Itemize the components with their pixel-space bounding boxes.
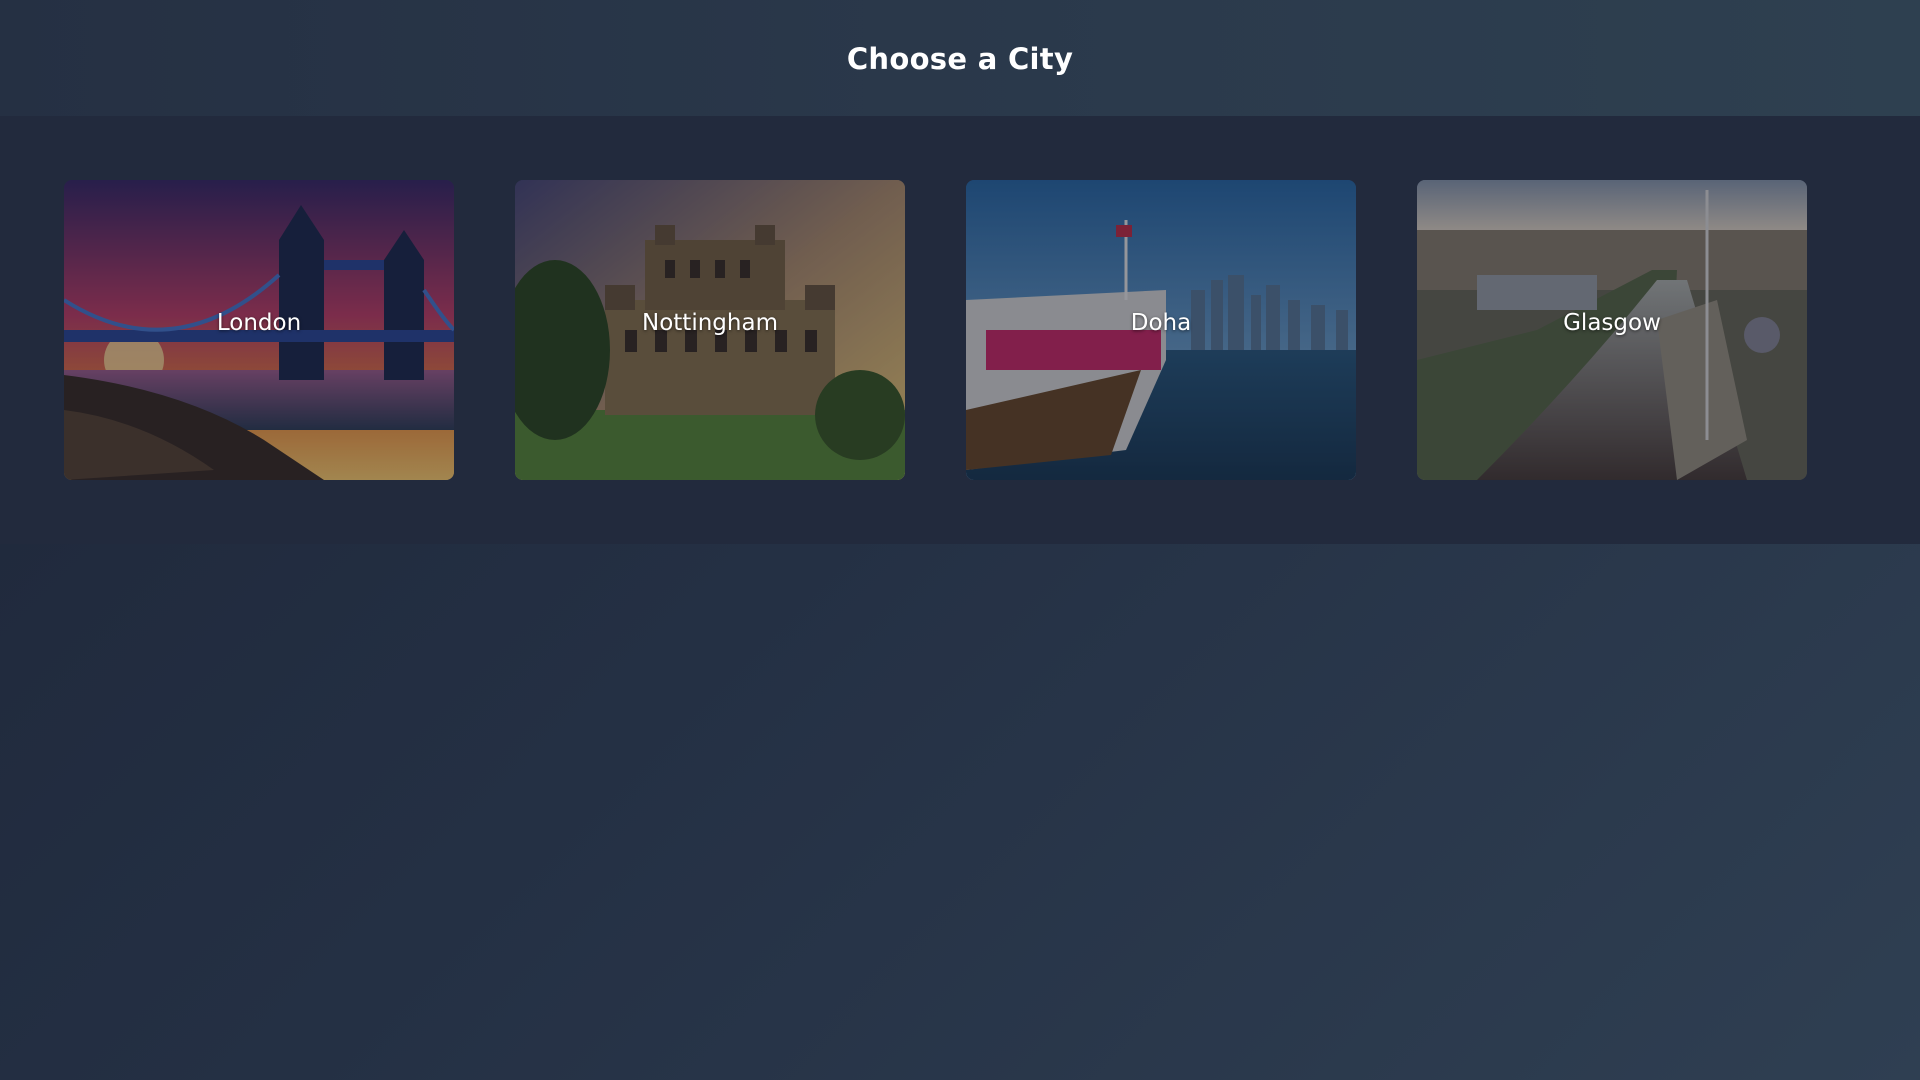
city-card-doha[interactable]: Doha xyxy=(966,180,1356,480)
page-title: Choose a City xyxy=(846,42,1074,76)
page-header: Choose a City xyxy=(0,0,1920,116)
city-label-london: London xyxy=(216,310,302,336)
city-card-nottingham[interactable]: Nottingham xyxy=(515,180,905,480)
city-label-nottingham: Nottingham xyxy=(642,310,778,336)
city-label-glasgow: Glasgow xyxy=(1563,310,1661,336)
city-card-glasgow[interactable]: Glasgow xyxy=(1417,180,1807,480)
city-label-doha: Doha xyxy=(1130,310,1192,336)
city-card-london[interactable]: London xyxy=(64,180,454,480)
